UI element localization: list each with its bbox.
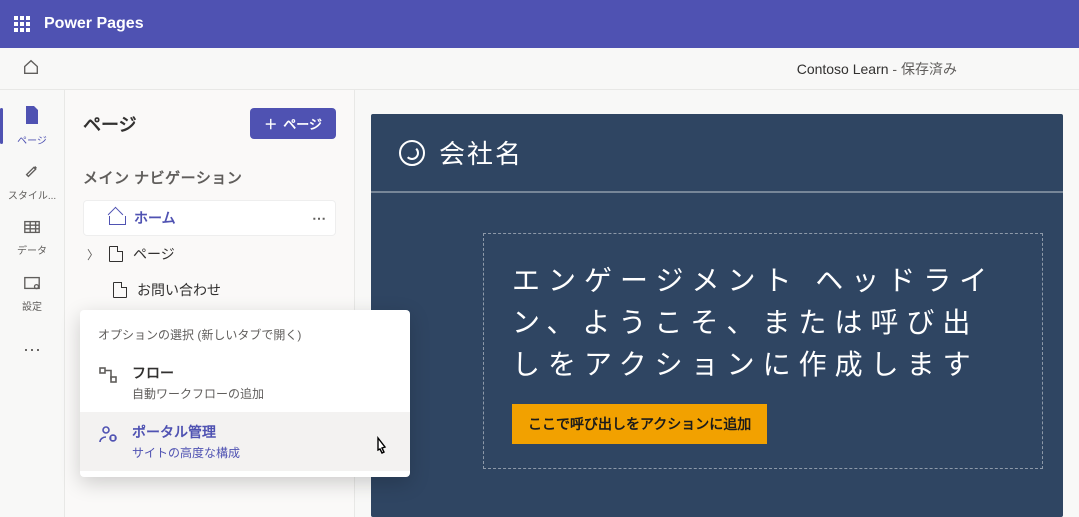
- brand-title: Power Pages: [44, 15, 144, 33]
- rail-item-pages[interactable]: ページ: [0, 98, 65, 154]
- add-page-button[interactable]: ＋ ページ: [250, 108, 336, 139]
- rail-label: データ: [17, 242, 47, 257]
- nav-tree: ホーム ⋯ 〉 ページ お問い合わせ: [83, 200, 336, 308]
- hero-headline[interactable]: エンゲージメント ヘッドライン、ようこそ、または呼び出しをアクションに作成します: [512, 260, 1014, 386]
- row-more-icon[interactable]: ⋯: [312, 210, 328, 227]
- nav-rail: ページ スタイル... データ 設定 ⋯: [0, 90, 65, 517]
- logo-icon: [399, 140, 425, 166]
- save-status: Contoso Learn - 保存済み: [797, 59, 1057, 79]
- person-settings-icon: [98, 424, 118, 449]
- app-launcher-icon[interactable]: [14, 16, 30, 32]
- home-icon: [109, 212, 124, 225]
- page-icon: [23, 105, 41, 128]
- rail-item-style[interactable]: スタイル...: [0, 154, 65, 210]
- nav-label: ページ: [133, 244, 175, 264]
- options-flyout: オプションの選択 (新しいタブで開く) フロー 自動ワークフローの追加 ポータル…: [80, 310, 410, 477]
- sub-bar: Contoso Learn - 保存済み: [0, 48, 1079, 90]
- settings-panel-icon: [23, 275, 41, 294]
- nav-label: ホーム: [134, 208, 176, 228]
- site-name: Contoso Learn: [797, 61, 889, 77]
- saved-suffix: - 保存済み: [889, 61, 957, 77]
- cta-button[interactable]: ここで呼び出しをアクションに追加: [512, 404, 767, 444]
- flyout-title: ポータル管理: [132, 422, 240, 442]
- flow-icon: [98, 365, 118, 390]
- nav-item-home[interactable]: ホーム ⋯: [83, 200, 336, 236]
- more-icon: ⋯: [23, 341, 41, 359]
- nav-item-pages[interactable]: 〉 ページ: [83, 236, 336, 272]
- company-name[interactable]: 会社名: [439, 134, 523, 171]
- rail-item-setup[interactable]: 設定: [0, 266, 65, 322]
- add-page-label: ページ: [283, 114, 322, 133]
- rail-item-more[interactable]: ⋯: [0, 322, 65, 378]
- nav-item-contact[interactable]: お問い合わせ: [83, 272, 336, 308]
- rail-item-data[interactable]: データ: [0, 210, 65, 266]
- rail-label: ページ: [17, 132, 47, 147]
- site-header: 会社名: [371, 114, 1063, 193]
- nav-section-label: メイン ナビゲーション: [83, 167, 336, 188]
- home-icon[interactable]: [22, 58, 40, 79]
- canvas-area: 会社名 エンゲージメント ヘッドライン、ようこそ、または呼び出しをアクションに作…: [355, 90, 1079, 517]
- app-bar: Power Pages: [0, 0, 1079, 48]
- page-icon: [113, 282, 127, 298]
- table-icon: [23, 219, 41, 238]
- rail-label: スタイル...: [8, 187, 56, 202]
- page-icon: [109, 246, 123, 262]
- chevron-right-icon: 〉: [87, 246, 99, 263]
- flyout-item-flow[interactable]: フロー 自動ワークフローの追加: [80, 353, 410, 412]
- flyout-item-portal-admin[interactable]: ポータル管理 サイトの高度な構成: [80, 412, 410, 471]
- flyout-title: フロー: [132, 363, 264, 383]
- hero-section[interactable]: エンゲージメント ヘッドライン、ようこそ、または呼び出しをアクションに作成します…: [483, 233, 1043, 469]
- flyout-heading: オプションの選択 (新しいタブで開く): [80, 322, 410, 353]
- panel-title: ページ: [83, 111, 137, 137]
- flyout-subtitle: 自動ワークフローの追加: [132, 385, 264, 402]
- brush-icon: [23, 162, 41, 183]
- flyout-subtitle: サイトの高度な構成: [132, 444, 240, 461]
- plus-icon: ＋: [264, 114, 277, 133]
- rail-label: 設定: [22, 298, 42, 313]
- page-preview: 会社名 エンゲージメント ヘッドライン、ようこそ、または呼び出しをアクションに作…: [371, 114, 1063, 517]
- nav-label: お問い合わせ: [137, 280, 221, 300]
- cursor-pointer-icon: [372, 436, 390, 463]
